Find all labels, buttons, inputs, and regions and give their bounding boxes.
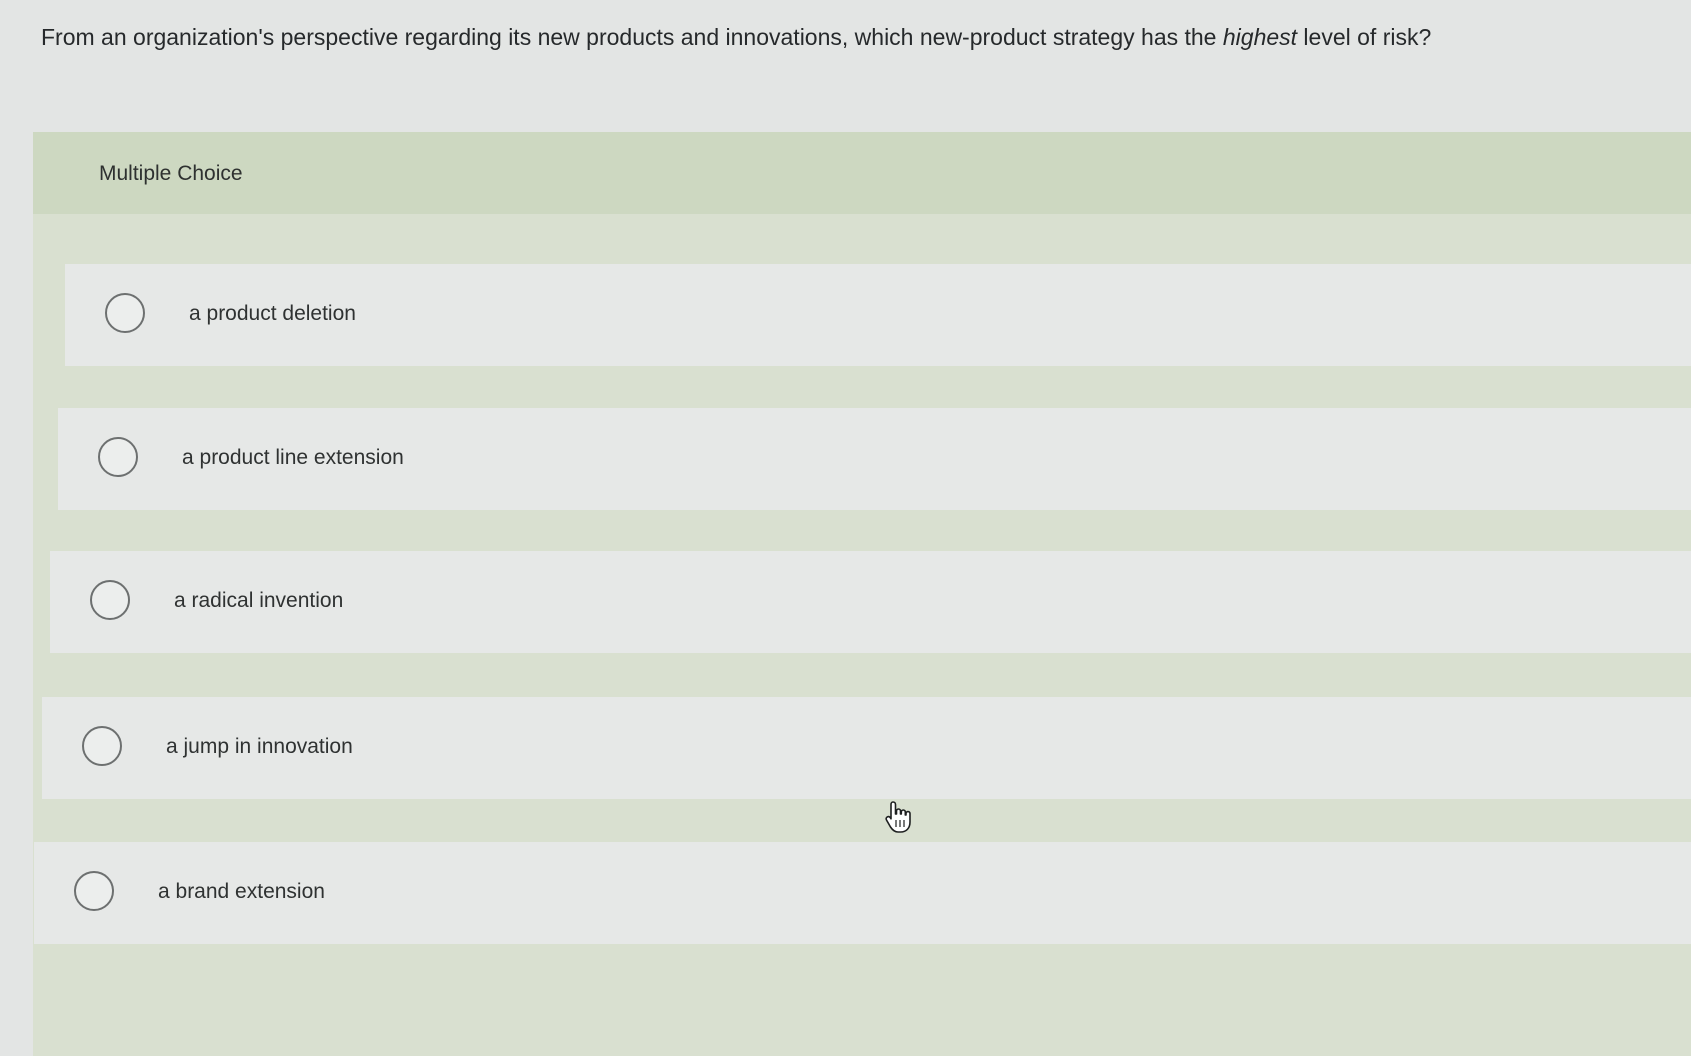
choice-label: a radical invention bbox=[174, 589, 344, 612]
choice-option-3[interactable]: a radical invention bbox=[50, 551, 1691, 653]
choice-label: a brand extension bbox=[158, 880, 325, 903]
radio-button-icon[interactable] bbox=[82, 726, 122, 766]
choice-label: a product line extension bbox=[182, 446, 404, 469]
choice-option-4[interactable]: a jump in innovation bbox=[42, 697, 1691, 799]
choice-option-5[interactable]: a brand extension bbox=[34, 842, 1691, 944]
choice-label: a jump in innovation bbox=[166, 735, 353, 758]
radio-button-icon[interactable] bbox=[98, 437, 138, 477]
multiple-choice-header: Multiple Choice bbox=[33, 132, 1691, 214]
question-text: From an organization's perspective regar… bbox=[41, 22, 1661, 52]
multiple-choice-label: Multiple Choice bbox=[99, 162, 243, 185]
multiple-choice-panel: Multiple Choice a product deletion a pro… bbox=[33, 132, 1691, 1056]
hand-pointer-icon bbox=[885, 801, 911, 833]
choice-option-1[interactable]: a product deletion bbox=[65, 264, 1691, 366]
radio-button-icon[interactable] bbox=[74, 871, 114, 911]
radio-button-icon[interactable] bbox=[105, 293, 145, 333]
question-text-start: From an organization's perspective regar… bbox=[41, 24, 1223, 50]
question-text-end: level of risk? bbox=[1297, 24, 1432, 50]
choice-label: a product deletion bbox=[189, 302, 356, 325]
radio-button-icon[interactable] bbox=[90, 580, 130, 620]
question-emphasis: highest bbox=[1222, 24, 1298, 50]
choice-option-2[interactable]: a product line extension bbox=[58, 408, 1691, 510]
